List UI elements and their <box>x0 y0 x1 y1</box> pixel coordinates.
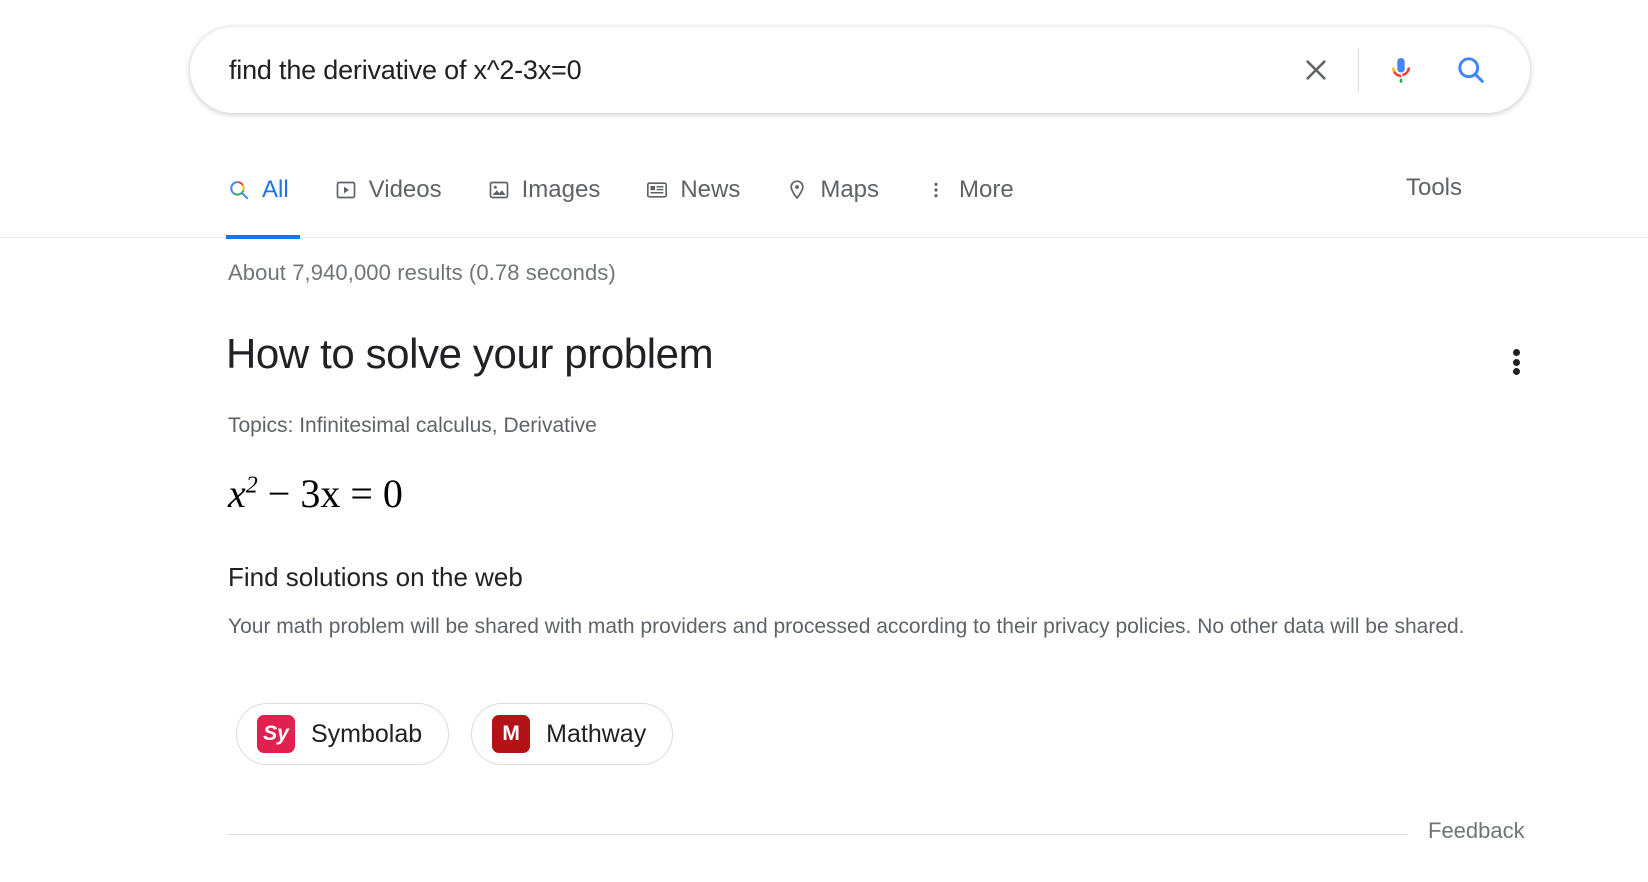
tab-news-label: News <box>680 176 740 204</box>
topics-label: Topics: Infinitesimal calculus, Derivati… <box>228 414 597 438</box>
provider-chip-mathway[interactable]: M Mathway <box>471 703 673 765</box>
privacy-disclaimer: Your math problem will be shared with ma… <box>228 613 1533 641</box>
kebab-dot <box>1513 368 1520 375</box>
equation-base: x <box>228 471 246 516</box>
tab-all-label: All <box>262 176 289 204</box>
provider-chip-symbolab[interactable]: Sy Symbolab <box>236 703 449 765</box>
search-tabs: All Videos <box>226 160 1058 220</box>
google-search-icon <box>226 177 252 203</box>
tab-images[interactable]: Images <box>486 160 601 220</box>
symbolab-logo-icon: Sy <box>257 715 295 753</box>
tab-all[interactable]: All <box>226 160 289 220</box>
page-title: How to solve your problem <box>226 330 713 378</box>
tab-news[interactable]: News <box>644 160 740 220</box>
tab-images-label: Images <box>522 176 601 204</box>
tab-more-label: More <box>959 176 1014 204</box>
close-icon[interactable] <box>1292 46 1340 94</box>
tab-maps[interactable]: Maps <box>784 160 879 220</box>
search-icon[interactable] <box>1447 46 1495 94</box>
search-nav-bar: All Videos <box>0 160 1648 238</box>
kebab-dot <box>1513 359 1520 366</box>
image-icon <box>486 177 512 203</box>
equation-rest: − 3x = 0 <box>258 471 403 516</box>
section-heading: Find solutions on the web <box>228 562 523 593</box>
card-divider <box>228 834 1408 835</box>
tab-more[interactable]: More <box>923 160 1014 220</box>
active-tab-indicator <box>226 235 300 239</box>
tab-videos[interactable]: Videos <box>333 160 442 220</box>
result-stats: About 7,940,000 results (0.78 seconds) <box>228 260 616 286</box>
more-vertical-icon <box>923 177 949 203</box>
math-equation: x2 − 3x = 0 <box>228 470 403 517</box>
provider-chip-mathway-label: Mathway <box>546 720 646 749</box>
search-input[interactable] <box>227 54 1292 87</box>
microphone-icon[interactable] <box>1377 46 1425 94</box>
kebab-dot <box>1513 349 1520 356</box>
video-icon <box>333 177 359 203</box>
news-icon <box>644 177 670 203</box>
search-divider <box>1358 48 1359 92</box>
mathway-logo-icon: M <box>492 715 530 753</box>
more-vertical-icon[interactable] <box>1496 342 1536 382</box>
provider-chip-list: Sy Symbolab M Mathway <box>236 703 695 765</box>
search-bar[interactable] <box>190 27 1530 113</box>
tools-button[interactable]: Tools <box>1406 174 1462 202</box>
google-search-results-page: All Videos <box>0 0 1648 882</box>
tab-videos-label: Videos <box>369 176 442 204</box>
tab-maps-label: Maps <box>820 176 879 204</box>
equation-exponent: 2 <box>246 473 258 499</box>
feedback-link[interactable]: Feedback <box>1428 818 1525 844</box>
provider-chip-symbolab-label: Symbolab <box>311 720 422 749</box>
map-pin-icon <box>784 177 810 203</box>
